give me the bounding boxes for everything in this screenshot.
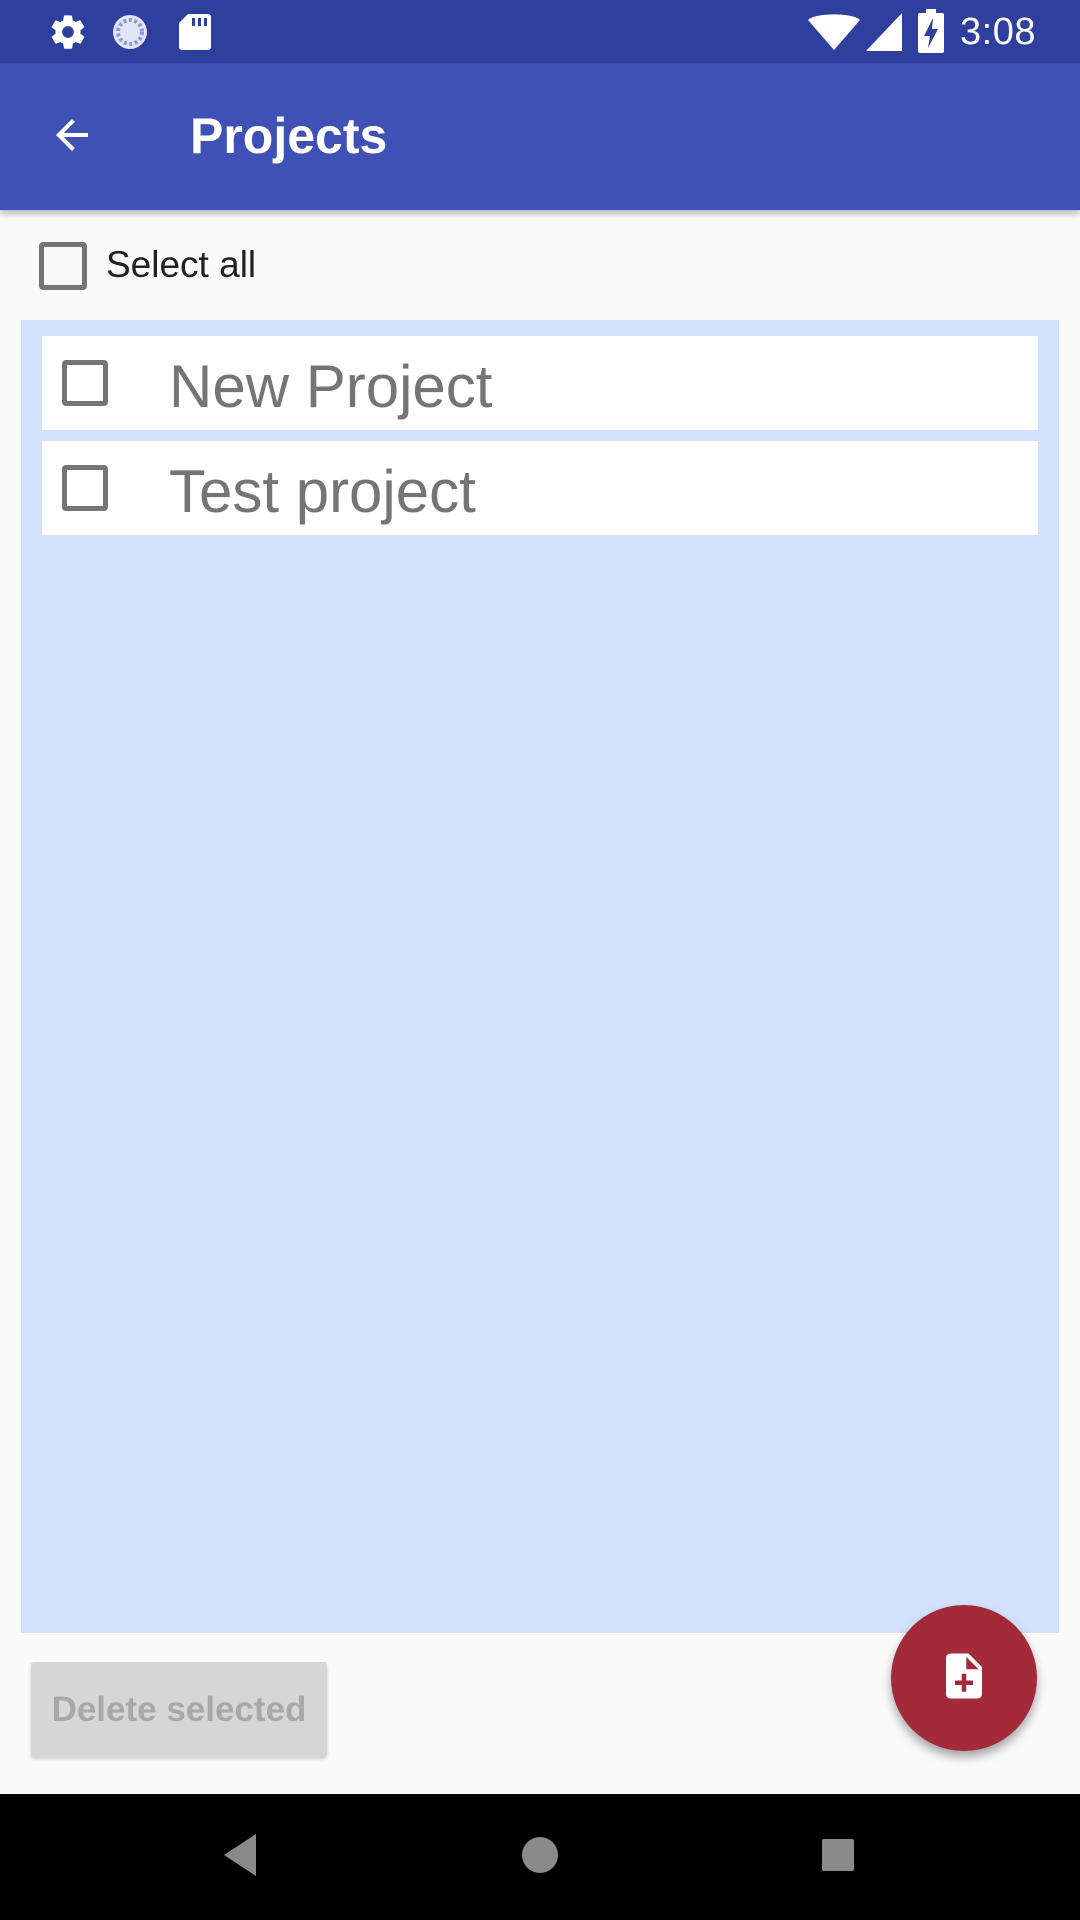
note-add-icon: [937, 1649, 991, 1708]
settings-icon: [48, 12, 88, 57]
cell-signal-icon: [866, 13, 902, 56]
add-project-button[interactable]: [891, 1605, 1037, 1751]
page-title: Projects: [190, 108, 388, 164]
navigation-bar: [0, 1794, 1080, 1920]
home-circle-icon[interactable]: [520, 1830, 560, 1885]
select-all-checkbox[interactable]: [39, 242, 87, 290]
arrow-back-icon: [48, 111, 96, 164]
back-triangle-icon[interactable]: [220, 1830, 262, 1885]
clock: 3:08: [960, 11, 1036, 53]
select-all-row[interactable]: Select all: [0, 230, 1080, 302]
sync-icon: [110, 12, 150, 57]
project-name: Test project: [169, 458, 476, 525]
project-checkbox[interactable]: [62, 360, 108, 406]
sd-card-icon: [178, 12, 212, 57]
app-bar: Projects: [0, 63, 1080, 210]
list-item[interactable]: Test project: [42, 441, 1038, 535]
project-checkbox[interactable]: [62, 465, 108, 511]
project-name: New Project: [169, 353, 493, 420]
status-bar: 3:08: [0, 0, 1080, 63]
back-button[interactable]: [36, 101, 108, 173]
battery-charging-icon: [918, 9, 944, 58]
delete-selected-button[interactable]: Delete selected: [31, 1662, 327, 1757]
select-all-label: Select all: [106, 244, 257, 285]
wifi-icon: [808, 13, 860, 56]
recents-square-icon[interactable]: [818, 1830, 858, 1885]
project-list[interactable]: New Project Test project: [21, 320, 1059, 1633]
list-item[interactable]: New Project: [42, 336, 1038, 430]
